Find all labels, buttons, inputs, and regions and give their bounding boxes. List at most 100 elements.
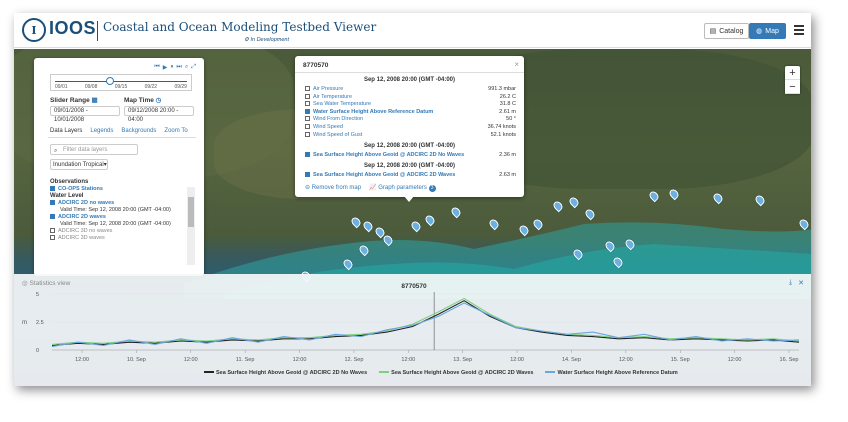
menu-icon[interactable] [794, 25, 804, 35]
series-line [51, 300, 800, 347]
y-tick-label: 2.5 [36, 320, 44, 326]
popup-station-id: 8770570 [303, 62, 329, 69]
expand-icon[interactable]: ⤢ [191, 64, 196, 71]
legend-item[interactable]: Sea Surface Height Above Geoid @ ADCIRC … [204, 370, 367, 376]
legend-item[interactable]: Sea Surface Height Above Geoid @ ADCIRC … [379, 370, 533, 376]
panel-tabs: Data Layers Legends Backgrounds Zoom To [50, 128, 188, 134]
search-icon: ⌕ [54, 148, 58, 154]
app-header: I IOOS Coastal and Ocean Modeling Testbe… [14, 13, 811, 48]
app-title: Coastal and Ocean Modeling Testbed Viewe… [103, 20, 377, 34]
app-subtitle: ⚙ In Development [244, 37, 289, 43]
legend-item[interactable]: Water Surface Height Above Reference Dat… [545, 370, 678, 376]
skip-forward-icon[interactable]: ⏭ [176, 64, 181, 71]
zoom-search-icon[interactable]: ⌕ [185, 64, 188, 71]
checkbox [305, 131, 310, 137]
calendar-icon: ▦ [91, 97, 98, 104]
valid-time-text: Valid Time: Sep 12, 2008 20:00 (GMT -04:… [60, 221, 171, 227]
playback-controls: ⏮ ▶ ⏸ ⏭ ⌕ ⤢ [154, 64, 196, 71]
x-tick-label: 10. Sep [127, 357, 146, 363]
popup-parameter-row[interactable]: Air Temperature 26.2 C [305, 93, 516, 100]
x-tick-label: 16. Sep [780, 357, 799, 363]
tab-zoom-to[interactable]: Zoom To [164, 128, 187, 134]
popup-pointer [404, 196, 414, 202]
adcirc-3d-no-waves-layer[interactable]: ADCIRC 3D no waves [50, 228, 200, 235]
x-tick-label: 12. Sep [344, 357, 363, 363]
checkbox [305, 101, 310, 107]
remove-from-map-link[interactable]: ⊖ Remove from map [305, 184, 361, 192]
popup-parameter-row[interactable]: Wind Speed of Gust 52.1 knots [305, 131, 516, 138]
statistics-chart: 8770570 5 2.5 0 m 12:00 10. Sep 12:00 11. Sep 12:… [22, 283, 800, 363]
layers-panel: ⏮ ▶ ⏸ ⏭ ⌕ ⤢ 09/01 09/08 09/15 09/22 09/29 Sl… [34, 58, 204, 276]
x-tick-label: 12:00 [293, 357, 307, 363]
zoom-in-button[interactable]: + [785, 66, 800, 80]
popup-row-no-waves[interactable]: Sea Surface Height Above Geoid @ ADCIRC … [305, 152, 516, 158]
statistics-panel: ◎ Statistics view ⤓ ✕ 8770570 5 2.5 0 m 12:00… [14, 274, 811, 386]
graph-parameters-link[interactable]: 📈 Graph parameters 3 [369, 184, 436, 192]
skip-back-icon[interactable]: ⏮ [154, 64, 159, 71]
time-slider[interactable]: 09/01 09/08 09/15 09/22 09/29 [50, 74, 192, 91]
chart-title: 8770570 [401, 283, 427, 290]
observations-list: Observations CO-OPS Stations Water Level… [50, 179, 200, 242]
play-icon[interactable]: ▶ [163, 64, 168, 71]
observations-heading: Observations [50, 179, 89, 185]
popup-timestamp: Sep 12, 2008 20:00 (GMT -04:00) [363, 77, 456, 83]
checkbox [305, 116, 310, 122]
popup-parameter-row[interactable]: Wind Speed 36.74 knots [305, 124, 516, 130]
zoom-out-button[interactable]: − [785, 80, 800, 94]
x-tick-label: 12:00 [75, 357, 89, 363]
popup-parameter-row[interactable]: Wind From Direction 50 ° [305, 116, 516, 122]
popup-timestamp: Sep 12, 2008 20:00 (GMT -04:00) [363, 163, 456, 169]
time-slider-track [55, 81, 187, 82]
app-window: I IOOS Coastal and Ocean Modeling Testbe… [14, 13, 811, 386]
checkbox [305, 93, 310, 99]
slider-range-label: Slider Range ▦ [50, 97, 98, 104]
station-popup: 8770570 × Sep 12, 2008 20:00 (GMT -04:00… [295, 56, 524, 197]
x-tick-label: 14. Sep [562, 357, 581, 363]
ioos-logo-text[interactable]: IOOS [49, 18, 96, 39]
close-icon[interactable]: × [514, 60, 519, 69]
popup-parameter-row[interactable]: Sea Water Temperature 31.8 C [305, 101, 516, 107]
popup-row-waves[interactable]: Sea Surface Height Above Geoid @ ADCIRC … [305, 172, 516, 178]
chart-legend: Sea Surface Height Above Geoid @ ADCIRC … [204, 370, 678, 376]
popup-footer: ⊖ Remove from map 📈 Graph parameters 3 [305, 184, 436, 192]
popup-divider [295, 72, 524, 73]
map-time-label: Map Time ◷ [124, 97, 162, 104]
logo-divider [97, 21, 98, 41]
zoom-control: + − [785, 66, 800, 94]
layer-group-select[interactable]: Inundation Tropical▾ [50, 159, 108, 170]
layer-list-scrollbar[interactable] [187, 187, 195, 265]
x-tick-label: 12:00 [619, 357, 633, 363]
x-tick-label: 15. Sep [671, 357, 690, 363]
y-axis-label: m [22, 320, 27, 326]
clock-icon: ◷ [155, 97, 162, 104]
checkbox [305, 86, 310, 91]
popup-timestamp: Sep 12, 2008 20:00 (GMT -04:00) [363, 143, 456, 149]
popup-parameter-row[interactable]: Water Surface Height Above Reference Dat… [305, 108, 516, 115]
slider-range-field[interactable]: 09/01/2008 - 10/01/2008 [50, 106, 120, 123]
water-level-heading: Water Level [50, 193, 84, 199]
tab-divider [48, 137, 196, 138]
popup-parameter-row[interactable]: Air Pressure 991.3 mbar [305, 86, 516, 92]
pause-icon[interactable]: ⏸ [170, 64, 173, 71]
filter-input[interactable]: ⌕ Filter data layers [50, 144, 138, 155]
adcirc-3d-waves-layer[interactable]: ADCIRC 3D waves [50, 235, 200, 242]
adcirc-2d-no-waves-layer[interactable]: ADCIRC 2D no waves [50, 200, 200, 207]
coops-layer[interactable]: CO-OPS Stations [50, 186, 200, 193]
ioos-logo-icon[interactable]: I [22, 18, 46, 42]
tab-legends[interactable]: Legends [90, 128, 113, 134]
x-tick-label: 13. Sep [453, 357, 472, 363]
tab-backgrounds[interactable]: Backgrounds [121, 128, 156, 134]
adcirc-2d-waves-layer[interactable]: ADCIRC 2D waves [50, 214, 200, 221]
checkbox [305, 124, 310, 129]
map-time-field[interactable]: 09/12/2008 20:00 - 04:00 [124, 106, 194, 123]
map-button[interactable]: ◍ Map [749, 23, 786, 39]
x-tick-label: 12:00 [510, 357, 524, 363]
y-tick-label: 5 [36, 292, 39, 298]
time-slider-ticks: 09/01 09/08 09/15 09/22 09/29 [55, 84, 187, 90]
globe-icon: ◍ [756, 28, 763, 35]
x-tick-label: 12:00 [184, 357, 198, 363]
tab-data-layers[interactable]: Data Layers [50, 128, 82, 134]
catalog-button[interactable]: ▤ Catalog [704, 23, 749, 39]
checkbox [305, 108, 310, 114]
book-icon: ▤ [709, 28, 717, 35]
